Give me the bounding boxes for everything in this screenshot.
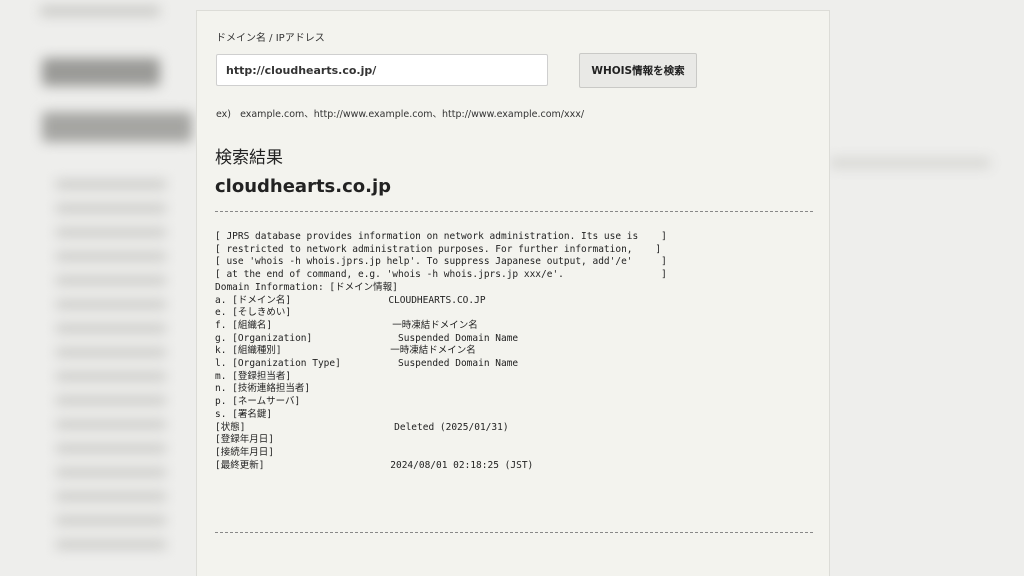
whois-line: [ JPRS database provides information on … (215, 231, 667, 242)
blurred-right-text (830, 158, 990, 168)
domain-input-label: ドメイン名 / IPアドレス (216, 33, 325, 44)
whois-line: l. [Organization Type] Suspended Domain … (215, 358, 519, 370)
whois-line: e. [そしきめい] (215, 307, 292, 319)
blurred-title (42, 58, 160, 86)
whois-search-button[interactable]: WHOIS情報を検索 (579, 53, 697, 88)
whois-line: m. [登録担当者] (215, 370, 292, 382)
whois-line: [最終更新] 2024/08/01 02:18:25 (JST) (215, 459, 534, 471)
blurred-sidebar-text (56, 180, 166, 560)
whois-output: [ JPRS database provides information on … (215, 231, 667, 472)
whois-line: g. [Organization] Suspended Domain Name (215, 332, 519, 344)
results-heading: 検索結果 (215, 148, 283, 168)
whois-line: a. [ドメイン名] CLOUDHEARTS.CO.JP (215, 294, 486, 306)
whois-line: [状態] Deleted (2025/01/31) (215, 421, 509, 433)
whois-line: [ restricted to network administration p… (215, 243, 662, 255)
result-domain-title: cloudhearts.co.jp (215, 176, 392, 197)
domain-input[interactable] (216, 54, 548, 86)
whois-line: [ at the end of command, e.g. 'whois -h … (215, 269, 667, 281)
blurred-subtitle (42, 112, 192, 142)
whois-line: p. [ネームサーバ] (215, 396, 301, 408)
whois-line: s. [署名鍵] (215, 408, 273, 420)
blurred-breadcrumb (40, 6, 160, 16)
whois-line: k. [組織種別] 一時凍結ドメイン名 (215, 345, 476, 357)
whois-line: [接続年月日] (215, 446, 274, 458)
whois-line: n. [技術連絡担当者] (215, 383, 311, 395)
whois-line: [登録年月日] (215, 434, 274, 446)
divider-top (215, 211, 813, 212)
whois-line: [ use 'whois -h whois.jprs.jp help'. To … (215, 256, 667, 268)
whois-panel: ドメイン名 / IPアドレス WHOIS情報を検索 ex) example.co… (196, 10, 830, 576)
whois-line: f. [組織名] 一時凍結ドメイン名 (215, 319, 478, 331)
whois-line: Domain Information: [ドメイン情報] (215, 281, 398, 293)
example-hint: ex) example.com、http://www.example.com、h… (216, 109, 585, 120)
divider-bottom (215, 532, 813, 533)
